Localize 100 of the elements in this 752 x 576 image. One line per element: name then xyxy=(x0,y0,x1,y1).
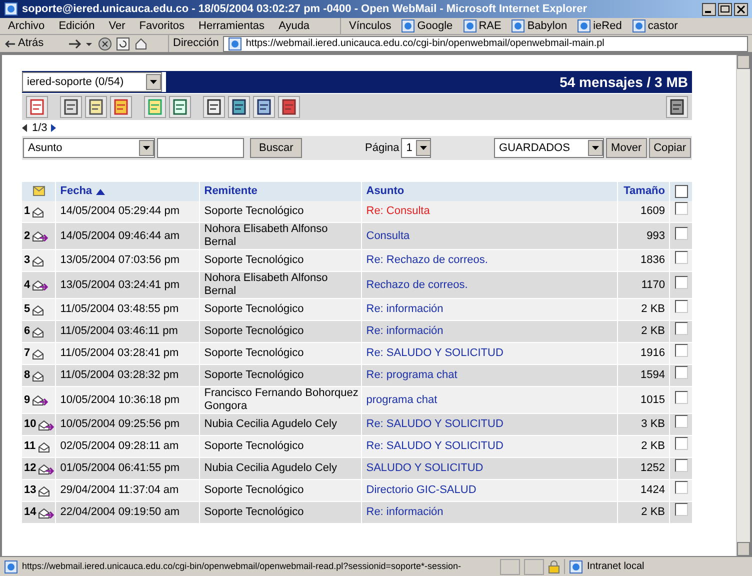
date-cell: 10/05/2004 10:36:18 pm xyxy=(60,394,180,406)
subject-link[interactable]: Rechazo de correos. xyxy=(366,278,468,291)
subject-link[interactable]: Re: SALUDO Y SOLICITUD xyxy=(366,418,504,430)
envelope-icon[interactable] xyxy=(32,186,45,196)
table-row[interactable]: 1 14/05/2004 05:29:44 pm Soporte Tecnológico Re: Consulta 1609 xyxy=(22,201,692,223)
table-row[interactable]: 8 11/05/2004 03:28:32 pm Soporte Tecnológico Re: programa chat 1594 xyxy=(22,365,692,387)
row-checkbox[interactable] xyxy=(674,437,688,450)
address-field[interactable]: https://webmail.iered.unicauca.edu.co/cgi-bin/openwebmail/openwebmail-main.pl xyxy=(222,36,748,52)
size-cell: 1609 xyxy=(640,205,665,218)
folder-target-select[interactable]: GUARDADOS xyxy=(494,138,604,158)
move-button[interactable]: Mover xyxy=(606,138,647,158)
sender-cell: Soporte Tecnológico xyxy=(204,506,304,518)
menu-item[interactable]: Archivo xyxy=(8,18,45,34)
open-envelope-icon xyxy=(31,368,46,382)
page-select[interactable]: 1 xyxy=(401,138,432,158)
sender-cell: Soporte Tecnológico xyxy=(204,254,304,266)
page-icon xyxy=(577,19,592,33)
row-checkbox[interactable] xyxy=(674,251,688,264)
subject-link[interactable]: Re: información xyxy=(366,325,444,338)
subject-link[interactable]: SALUDO Y SOLICITUD xyxy=(366,462,484,474)
subject-link[interactable]: Directorio GIC-SALUD xyxy=(366,484,476,496)
link-button[interactable]: Babylon xyxy=(511,18,568,34)
menu-item[interactable]: Edición xyxy=(58,18,95,34)
back-button[interactable]: Atrás xyxy=(4,35,64,52)
size-cell: 2 KB xyxy=(641,303,665,316)
row-checkbox[interactable] xyxy=(674,344,688,358)
envelope-arrow-icon xyxy=(31,229,50,243)
link-button[interactable]: castor xyxy=(632,18,678,34)
link-button[interactable]: RAE xyxy=(462,18,502,34)
row-checkbox[interactable] xyxy=(674,459,688,472)
table-row[interactable]: 13 29/04/2004 11:37:04 am Soporte Tecnológico Directorio GIC-SALUD 1424 xyxy=(22,480,692,502)
page-icon xyxy=(228,36,242,50)
subject-link[interactable]: programa chat xyxy=(366,394,438,406)
menu-item[interactable]: Favoritos xyxy=(139,18,185,34)
column-header[interactable]: Fecha xyxy=(60,183,106,200)
search-button[interactable]: Buscar xyxy=(250,138,302,158)
subject-link[interactable]: Re: información xyxy=(366,303,444,316)
document-icon[interactable] xyxy=(26,96,48,118)
menu-item[interactable]: Herramientas xyxy=(198,18,265,34)
table-row[interactable]: 2 14/05/2004 09:46:44 am Nohora Elisabeth Alfonso Bernal Consulta 993 xyxy=(22,223,692,250)
search-field-select[interactable]: Asunto xyxy=(23,138,155,158)
subject-link[interactable]: Re: Rechazo de correos. xyxy=(366,254,488,266)
intranet-icon xyxy=(569,560,583,574)
row-checkbox[interactable] xyxy=(674,481,688,494)
close-button[interactable] xyxy=(734,2,748,16)
table-row[interactable]: 11 02/05/2004 09:28:11 am Soporte Tecnológico Re: SALUDO Y SOLICITUD 2 KB xyxy=(22,436,692,458)
message-number: 9 xyxy=(24,392,30,408)
menu-item[interactable]: Ayuda xyxy=(278,18,310,34)
row-checkbox[interactable] xyxy=(674,300,688,314)
table-row[interactable]: 7 11/05/2004 03:28:41 pm Soporte Tecnológico Re: SALUDO Y SOLICITUD 1916 xyxy=(22,343,692,365)
table-row[interactable]: 10 10/05/2004 09:25:56 pm Nubia Cecilia Agudelo Cely Re: SALUDO Y SOLICITUD 3 KB xyxy=(22,414,692,436)
column-header[interactable]: Remitente xyxy=(204,185,258,198)
table-row[interactable]: 9 10/05/2004 10:36:18 pm Francisco Fernando Bohorquez Gongora programa chat 1015 xyxy=(22,387,692,414)
table-row[interactable]: 6 11/05/2004 03:46:11 pm Soporte Tecnológico Re: información 2 KB xyxy=(22,321,692,343)
previous-page-icon[interactable] xyxy=(22,124,28,132)
back-arrow-icon xyxy=(4,38,16,48)
size-cell: 2 KB xyxy=(641,440,665,452)
size-cell: 1424 xyxy=(640,484,665,496)
select-all-checkbox[interactable] xyxy=(674,184,688,198)
search-input[interactable] xyxy=(157,138,244,158)
row-checkbox[interactable] xyxy=(674,366,688,380)
mailbox-summary: 54 mensajes / 3 MB xyxy=(558,72,689,92)
sender-cell: Soporte Tecnológico xyxy=(204,369,304,381)
forward-arrow-icon[interactable] xyxy=(68,38,94,50)
table-row[interactable]: 14 22/04/2004 09:19:50 am Soporte Tecnológico Re: información 2 KB xyxy=(22,502,692,524)
maximize-button[interactable] xyxy=(718,2,732,16)
row-checkbox[interactable] xyxy=(674,503,688,516)
subject-link[interactable]: Re: información xyxy=(366,506,444,518)
row-checkbox[interactable] xyxy=(674,390,688,404)
column-header[interactable]: Tamaño xyxy=(624,185,665,198)
stop-icon[interactable] xyxy=(98,36,112,50)
row-checkbox[interactable] xyxy=(674,276,688,289)
subject-link[interactable]: Consulta xyxy=(366,230,410,242)
row-checkbox[interactable] xyxy=(674,322,688,336)
next-page-icon[interactable] xyxy=(51,124,58,132)
row-checkbox[interactable] xyxy=(674,202,688,216)
subject-link[interactable]: Re: SALUDO Y SOLICITUD xyxy=(366,347,504,360)
copy-button[interactable]: Copiar xyxy=(648,138,692,158)
minimize-button[interactable] xyxy=(702,2,716,16)
menu-item[interactable]: Ver xyxy=(108,18,126,34)
table-row[interactable]: 4 13/05/2004 03:24:41 pm Nohora Elisabeth Alfonso Bernal Rechazo de correos. 1170 xyxy=(22,272,692,299)
table-row[interactable]: 3 13/05/2004 07:03:56 pm Soporte Tecnológico Re: Rechazo de correos. 1836 xyxy=(22,250,692,272)
padlock-icon xyxy=(548,560,560,574)
subject-link[interactable]: Re: Consulta xyxy=(366,205,430,218)
folder-select[interactable]: iered-soporte (0/54) xyxy=(22,72,162,92)
table-row[interactable]: 5 11/05/2004 03:48:55 pm Soporte Tecnológico Re: información 2 KB xyxy=(22,299,692,321)
subject-link[interactable]: Re: programa chat xyxy=(366,369,458,382)
scrollbar[interactable] xyxy=(736,55,750,556)
open-envelope-icon xyxy=(31,204,46,218)
status-panel xyxy=(500,558,520,574)
link-button[interactable]: Google xyxy=(401,18,453,34)
date-cell: 01/05/2004 06:41:55 pm xyxy=(60,462,180,474)
home-icon[interactable] xyxy=(134,36,148,50)
subject-link[interactable]: Re: SALUDO Y SOLICITUD xyxy=(366,440,504,452)
row-checkbox[interactable] xyxy=(674,415,688,428)
row-checkbox[interactable] xyxy=(674,226,688,240)
link-button[interactable]: ieRed xyxy=(577,18,622,34)
column-header[interactable]: Asunto xyxy=(366,185,404,198)
table-row[interactable]: 12 01/05/2004 06:41:55 pm Nubia Cecilia Agudelo Cely SALUDO Y SOLICITUD 1252 xyxy=(22,458,692,480)
message-number: 3 xyxy=(24,253,30,268)
